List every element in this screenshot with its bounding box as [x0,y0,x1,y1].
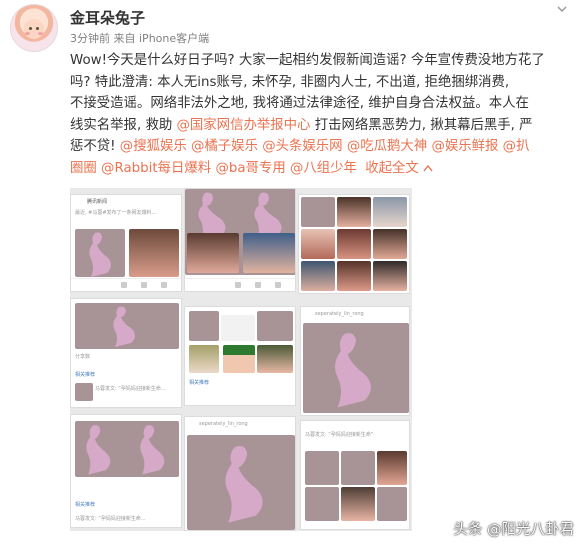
lace-thumb [75,383,93,401]
mention-link[interactable]: @八组少年 [290,161,357,176]
post-meta: 3分钟前 来自 iPhone客户端 [70,30,209,46]
screenshot-panel: seperately_lin_rong [184,416,296,531]
chevron-up-icon [423,164,433,172]
panel-related: 相关推荐 [189,380,210,386]
lace-image [305,451,339,485]
portrait-image [337,197,371,227]
mention-report-center[interactable]: @国家网信办举报中心 [177,118,311,133]
portrait-image [129,229,179,277]
collapse-label: 收起全文 [365,160,419,176]
pregnant-silhouette-image [225,445,263,523]
panel-account: seperately_lin_rong [199,421,248,427]
panel-caption: 马蓉发文: “孕妈妈迎接新生命... [75,516,146,522]
screenshot-panel: 相关推荐 [184,306,296,406]
post-line: 惩不贷! @搜狐娱乐 @橘子娱乐 @头条娱乐网 @吃瓜鹅大神 @娱乐鲜报 @扒 [70,136,575,158]
lace-image [301,197,335,227]
portrait-image [373,261,407,291]
avatar-cheek-right [38,32,43,35]
post-line: 不接受造谣。网络非法外之地, 我将通过法律途径, 维护自身合法权益。本人在 [70,96,529,112]
portrait-image [337,261,371,291]
avatar-face [24,19,44,39]
screenshot-panel [184,188,296,292]
lace-image [189,311,219,341]
portrait-image [243,233,295,273]
portrait-image [257,345,293,373]
post-line: 线实名举报, 救助 @国家网信办举报中心 打击网络黑恶势力, 揪其幕后黑手, 严 [70,115,575,137]
portrait-image [301,261,335,291]
panel-stat: 分享数 [75,354,91,360]
post-line-text: 打击网络黑恶势力, 揪其幕后黑手, 严 [314,117,533,133]
post-image-collage[interactable]: 腾讯新闻 最近, #马蓉#发布了一条网友爆料... 分享数 相关推荐 马蓉发文:… [70,188,412,531]
post-source[interactable]: iPhone客户端 [139,32,209,45]
post-content: Wow!今天是什么好日子吗? 大家一起相约发假新闻造谣? 今年宣传费没地方花了 … [70,50,575,180]
panel-caption: 马蓉发文: “孕妈妈迎接新生命” [305,432,374,438]
portrait-image [341,487,375,521]
panel-toolbar [185,278,295,291]
screenshot-panel: seperately_lin_rong [300,306,410,416]
panel-related: 相关推荐 [75,372,96,378]
mention-link[interactable]: @ba哥专用 [215,161,285,176]
pregnant-silhouette-image [140,425,165,475]
avatar-eye-right [36,27,39,30]
username[interactable]: 金耳朵兔子 [70,7,145,28]
lace-image [341,451,375,485]
chevron-down-icon[interactable] [555,2,569,16]
panel-toolbar [71,278,181,291]
panel-source: 腾讯新闻 [87,199,108,205]
portrait-image [377,451,407,485]
lace-image [305,487,339,521]
portrait-image [301,229,335,259]
pregnant-silhouette-image [335,333,371,408]
collapse-button[interactable]: 收起全文 [365,161,433,176]
mention-link[interactable]: @扒 [503,139,530,154]
mention-link[interactable]: @橘子娱乐 [191,139,258,154]
screenshot-panel [298,194,410,294]
source-prefix: 来自 [113,32,136,45]
post-line-text: 线实名举报, 救助 [70,117,173,133]
user-avatar[interactable] [10,4,58,52]
panel-account: seperately_lin_rong [315,311,364,317]
post-line: Wow!今天是什么好日子吗? 大家一起相约发假新闻造谣? 今年宣传费没地方花了 [70,53,545,68]
mention-link[interactable]: 圈圈 [70,161,97,176]
screenshot-panel: 腾讯新闻 最近, #马蓉#发布了一条网友爆料... [70,194,182,292]
lace-image [377,487,407,521]
pregnant-silhouette-image [86,425,111,475]
portrait-image [337,229,371,259]
screenshot-panel: 分享数 相关推荐 马蓉发文: “孕妈妈迎接新生命... [70,298,182,408]
panel-related: 相关推荐 [75,502,96,508]
portrait-image [373,229,407,259]
post-line-text: 惩不贷! [70,139,120,155]
screenshot-panel: 相关推荐 马蓉发文: “孕妈妈迎接新生命... [70,414,182,528]
pregnant-silhouette-image [89,232,111,277]
panel-caption: 马蓉发文: “孕妈妈迎接新生命... [95,386,166,392]
mention-link[interactable]: @搜狐娱乐 [120,139,187,154]
post-line: 吗? 特此澄清: 本人无ins账号, 未怀孕, 非圈内人士, 不出道, 拒绝捆绑… [70,74,510,90]
mention-link[interactable]: @娱乐鲜报 [431,139,498,154]
mention-link[interactable]: @吃瓜鹅大神 [347,139,427,154]
portrait-image [187,233,239,273]
watermark: 头条 @阳光八卦君 [453,522,574,538]
panel-caption: 最近, #马蓉#发布了一条网友爆料... [75,210,157,216]
screenshot-panel: 马蓉发文: “孕妈妈迎接新生命” [300,420,410,530]
post-time[interactable]: 3分钟前 [70,32,110,45]
mention-link[interactable]: @Rabbit每日爆料 [101,161,211,176]
lace-image [257,311,293,341]
green-hat-image [223,345,255,373]
post-line: 圈圈 @Rabbit每日爆料 @ba哥专用 @八组少年 收起全文 [70,158,575,180]
portrait-image [373,197,407,227]
pregnant-silhouette-image [113,306,135,347]
avatar-eye-left [29,27,32,30]
mention-link[interactable]: @头条娱乐网 [262,139,342,154]
avatar-cheek-left [25,32,30,35]
portrait-image [189,345,219,373]
weibo-post: 金耳朵兔子 3分钟前 来自 iPhone客户端 Wow!今天是什么好日子吗? 大… [0,0,581,545]
text-card [221,315,255,341]
